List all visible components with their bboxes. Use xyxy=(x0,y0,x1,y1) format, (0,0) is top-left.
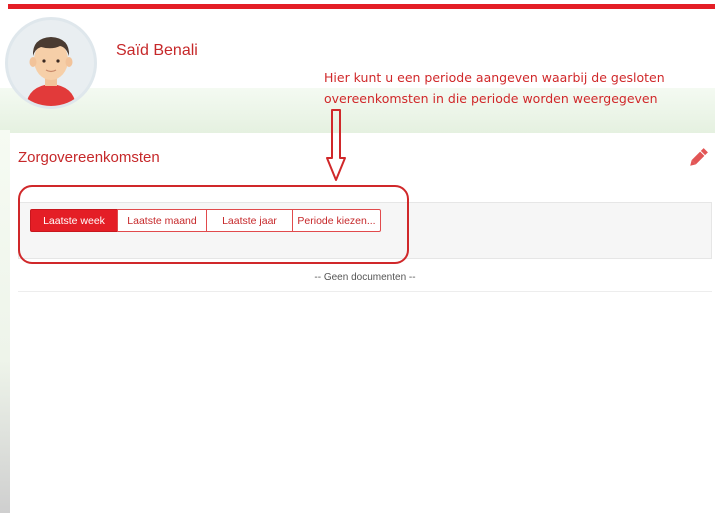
top-accent-bar xyxy=(8,4,715,9)
filter-last-month-button[interactable]: Laatste maand xyxy=(117,209,207,232)
divider xyxy=(18,291,712,292)
content-panel xyxy=(10,133,715,513)
left-edge-shadow xyxy=(0,130,10,513)
pencil-icon[interactable] xyxy=(686,146,710,170)
user-avatar-icon xyxy=(26,37,76,106)
down-arrow-icon xyxy=(326,109,346,181)
filter-last-week-button[interactable]: Laatste week xyxy=(30,209,118,232)
avatar xyxy=(5,17,97,109)
empty-documents-message: -- Geen documenten -- xyxy=(314,272,416,283)
annotation-text: Hier kunt u een periode aangeven waarbij… xyxy=(324,70,665,106)
filter-last-year-button[interactable]: Laatste jaar xyxy=(206,209,293,232)
user-name: Saïd Benali xyxy=(116,42,198,59)
filter-choose-period-button[interactable]: Periode kiezen... xyxy=(292,209,381,232)
section-title: Zorgovereenkomsten xyxy=(18,149,160,166)
period-filter-group: Laatste week Laatste maand Laatste jaar … xyxy=(30,209,381,232)
